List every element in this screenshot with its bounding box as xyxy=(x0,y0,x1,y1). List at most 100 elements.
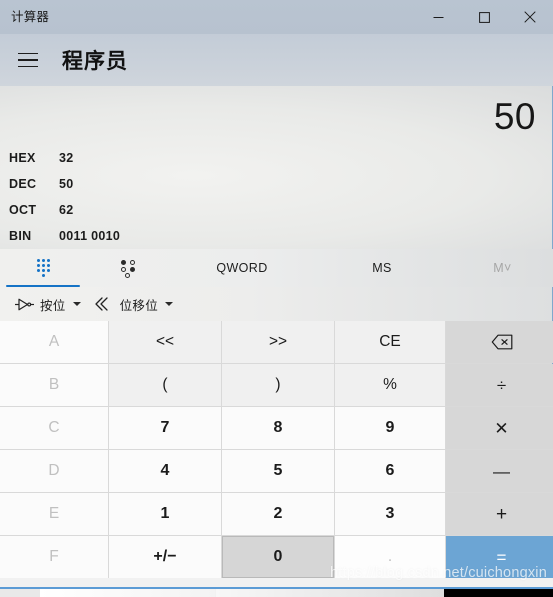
display-value: 50 xyxy=(493,96,536,137)
key-hex-b[interactable]: B xyxy=(0,364,108,406)
bottom-segment xyxy=(444,589,553,597)
calculator-window: 计算器 程序员 50 HEX 32 DEC 50 OCT 62 BIN 0011… xyxy=(0,0,553,597)
key-digit-3[interactable]: 3 xyxy=(335,493,445,535)
key-label: 4 xyxy=(160,462,170,479)
key-label: ÷ xyxy=(496,375,507,395)
key-digit-4[interactable]: 4 xyxy=(109,450,221,492)
key-digit-8[interactable]: 8 xyxy=(222,407,334,449)
key-divide[interactable]: ÷ xyxy=(446,364,553,406)
key-label: E xyxy=(48,505,60,523)
key-label: 9 xyxy=(385,419,395,436)
key-label: << xyxy=(155,333,175,351)
bitwise-dropdown[interactable]: 按位 xyxy=(8,291,88,317)
key-label: = xyxy=(496,547,507,567)
bottom-segment xyxy=(216,589,444,597)
bottom-segment xyxy=(40,589,215,597)
radix-row-hex[interactable]: HEX 32 xyxy=(0,145,300,171)
radix-list: HEX 32 DEC 50 OCT 62 BIN 0011 0010 xyxy=(0,145,300,249)
display-area: 50 HEX 32 DEC 50 OCT 62 BIN 0011 0010 xyxy=(0,86,553,382)
key-modulo[interactable]: % xyxy=(335,364,445,406)
key-label: +/− xyxy=(153,548,177,565)
key-equals[interactable]: = xyxy=(446,536,553,578)
app-header: 程序员 xyxy=(0,34,553,86)
key-label: 0 xyxy=(273,548,283,565)
key-backspace[interactable] xyxy=(446,321,553,363)
hamburger-icon[interactable] xyxy=(8,40,48,80)
key-label: 5 xyxy=(273,462,283,479)
tab-bit-toggle[interactable] xyxy=(86,249,172,287)
tab-word-size[interactable]: QWORD xyxy=(172,249,312,287)
logic-gate-icon xyxy=(15,298,34,310)
close-button[interactable] xyxy=(507,0,553,34)
key-label: 8 xyxy=(273,419,283,436)
tab-word-size-label: QWORD xyxy=(216,261,268,275)
radix-label: OCT xyxy=(9,203,37,217)
key-hex-a[interactable]: A xyxy=(0,321,108,363)
option-bar: 按位 位移位 xyxy=(0,287,553,321)
bitwise-label: 按位 xyxy=(40,298,66,313)
radix-value: 62 xyxy=(59,203,74,217)
double-chevron-icon xyxy=(94,297,108,311)
key-paren-close[interactable]: ) xyxy=(222,364,334,406)
key-hex-e[interactable]: E xyxy=(0,493,108,535)
bit-shift-label: 位移位 xyxy=(119,298,159,313)
radix-row-oct[interactable]: OCT 62 xyxy=(0,197,300,223)
key-add[interactable]: + xyxy=(446,493,553,535)
key-decimal-point[interactable]: . xyxy=(335,536,445,578)
radix-row-dec[interactable]: DEC 50 xyxy=(0,171,300,197)
window-bottom-edge xyxy=(0,587,553,597)
key-digit-2[interactable]: 2 xyxy=(222,493,334,535)
key-digit-7[interactable]: 7 xyxy=(109,407,221,449)
key-label: A xyxy=(48,333,60,351)
tab-keypad[interactable] xyxy=(0,249,86,287)
key-label: — xyxy=(493,461,510,481)
key-digit-6[interactable]: 6 xyxy=(335,450,445,492)
keypad-grid: A << >> CE B ( ) % ÷ C 7 8 9 ✕ D 4 5 6 —… xyxy=(0,321,553,578)
key-shift-left[interactable]: << xyxy=(109,321,221,363)
hamburger-bar xyxy=(18,52,38,55)
radix-value: 50 xyxy=(59,177,74,191)
minimize-icon xyxy=(433,16,443,18)
key-digit-5[interactable]: 5 xyxy=(222,450,334,492)
tab-memory-store[interactable]: MS xyxy=(312,249,452,287)
backspace-icon xyxy=(491,334,512,350)
key-shift-right[interactable]: >> xyxy=(222,321,334,363)
key-digit-0[interactable]: 0 xyxy=(222,536,334,578)
close-icon xyxy=(524,11,536,23)
tab-selected-indicator xyxy=(6,285,80,287)
key-label: ) xyxy=(275,376,281,394)
tab-memory-store-label: MS xyxy=(372,261,392,275)
key-negate[interactable]: +/− xyxy=(109,536,221,578)
chevron-down-icon xyxy=(72,302,81,306)
maximize-button[interactable] xyxy=(461,0,507,34)
key-label: B xyxy=(48,376,60,394)
bottom-segment xyxy=(0,589,40,597)
key-subtract[interactable]: — xyxy=(446,450,553,492)
keypad-dots-icon xyxy=(36,259,50,277)
tab-memory-menu-label: M˅ xyxy=(493,261,512,275)
key-hex-d[interactable]: D xyxy=(0,450,108,492)
hamburger-bar xyxy=(18,65,38,68)
key-clear-entry[interactable]: CE xyxy=(335,321,445,363)
key-label: % xyxy=(383,376,397,394)
title-bar: 计算器 xyxy=(0,0,553,34)
key-hex-c[interactable]: C xyxy=(0,407,108,449)
key-digit-9[interactable]: 9 xyxy=(335,407,445,449)
key-label: 3 xyxy=(385,505,395,522)
radix-row-bin[interactable]: BIN 0011 0010 xyxy=(0,223,300,249)
chevron-down-icon xyxy=(165,302,174,306)
key-hex-f[interactable]: F xyxy=(0,536,108,578)
radix-label: DEC xyxy=(9,177,37,191)
maximize-icon xyxy=(478,11,490,23)
key-digit-1[interactable]: 1 xyxy=(109,493,221,535)
window-title: 计算器 xyxy=(11,9,50,24)
key-label: . xyxy=(387,548,393,566)
key-label: CE xyxy=(379,333,401,351)
key-paren-open[interactable]: ( xyxy=(109,364,221,406)
key-multiply[interactable]: ✕ xyxy=(446,407,553,449)
hamburger-bar xyxy=(18,59,38,61)
tab-memory-menu[interactable]: M˅ xyxy=(452,249,553,287)
bit-shift-dropdown[interactable]: 位移位 xyxy=(88,291,180,317)
minimize-button[interactable] xyxy=(415,0,461,34)
key-label: 1 xyxy=(160,505,170,522)
